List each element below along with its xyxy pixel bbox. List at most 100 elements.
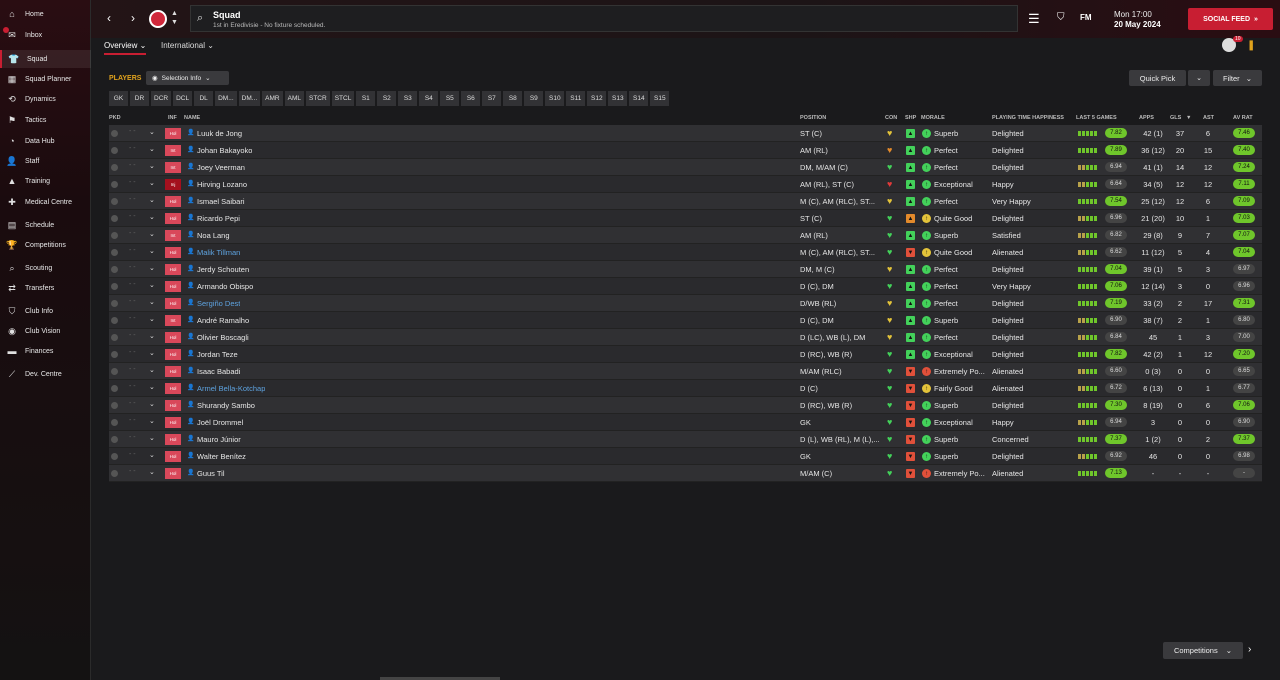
position-filter-button[interactable]: DCR xyxy=(151,91,172,106)
chevron-down-icon[interactable]: ⌄ xyxy=(149,417,155,425)
pick-status-icon[interactable] xyxy=(111,232,118,239)
player-name[interactable]: Guus Til xyxy=(197,469,225,478)
table-row[interactable]: - - ⌄ Hol 👤 Ricardo Pepi ST (C) ♥ ▲ ↑ Quite Good D… xyxy=(109,210,1262,227)
chevron-down-icon[interactable]: ⌄ xyxy=(149,281,155,289)
position-filter-button[interactable]: STCL xyxy=(331,91,355,106)
position-filter-button[interactable]: S8 xyxy=(503,91,523,106)
pick-status-icon[interactable] xyxy=(111,385,118,392)
sidebar-item-schedule[interactable]: ▤ Schedule xyxy=(0,216,91,234)
player-name[interactable]: Jordan Teze xyxy=(197,350,238,359)
pick-status-icon[interactable] xyxy=(111,453,118,460)
pick-status-icon[interactable] xyxy=(111,147,118,154)
selection-info-button[interactable]: ◉ Selection Info ⌄ xyxy=(146,71,229,85)
position-filter-button[interactable]: S4 xyxy=(419,91,439,106)
position-filter-button[interactable]: S7 xyxy=(482,91,502,106)
col-name[interactable]: NAME xyxy=(184,115,200,121)
sidebar-item-tactics[interactable]: ⚑ Tactics xyxy=(0,111,91,129)
search-bar[interactable]: ⌕ Squad 1st in Eredivisie - No fixture s… xyxy=(190,5,1018,32)
pick-status-icon[interactable] xyxy=(111,181,118,188)
player-name[interactable]: Isaac Babadi xyxy=(197,367,240,376)
sidebar-item-scouting[interactable]: ⌕ Scouting xyxy=(0,259,91,277)
pick-status-icon[interactable] xyxy=(111,164,118,171)
table-row[interactable]: - - ⌄ Hol 👤 Armel Bella-Kotchap D (C) ♥ ▼ ↑ Fairl… xyxy=(109,380,1262,397)
player-name[interactable]: Armel Bella-Kotchap xyxy=(197,384,265,393)
bookmark-icon[interactable]: ❚ xyxy=(1247,40,1255,51)
chevron-down-icon[interactable]: ⌄ xyxy=(149,298,155,306)
table-row[interactable]: - - ⌄ Hol 👤 Walter Benítez GK ♥ ▼ ↑ Superb Delight… xyxy=(109,448,1262,465)
position-filter-button[interactable]: DR xyxy=(130,91,149,106)
table-row[interactable]: - - ⌄ Int 👤 Joey Veerman DM, M/AM (C) ♥ ▲ ↑ Perfe… xyxy=(109,159,1262,176)
col-gls[interactable]: GLS xyxy=(1170,115,1181,121)
sidebar-item-competitions[interactable]: 🏆 Competitions xyxy=(0,236,91,254)
social-feed-button[interactable]: SOCIAL FEED » xyxy=(1188,8,1273,30)
col-con[interactable]: CON xyxy=(885,115,897,121)
club-switch-icon[interactable]: ▲ ▼ xyxy=(171,9,178,27)
position-filter-button[interactable]: S6 xyxy=(461,91,481,106)
table-row[interactable]: - - ⌄ Hol 👤 Sergiño Dest D/WB (RL) ♥ ▲ ↑ Perfect D… xyxy=(109,295,1262,312)
chevron-down-icon[interactable]: ⌄ xyxy=(149,349,155,357)
table-row[interactable]: - - ⌄ Hol 👤 Mauro Júnior D (L), WB (RL), M (L… xyxy=(109,431,1262,448)
col-last-5[interactable]: LAST 5 GAMES xyxy=(1076,115,1117,121)
player-name[interactable]: Sergiño Dest xyxy=(197,299,240,308)
chevron-down-icon[interactable]: ⌄ xyxy=(149,179,155,187)
sidebar-item-inbox[interactable]: ✉ Inbox xyxy=(0,26,91,44)
col-playing-time[interactable]: PLAYING TIME HAPPINESS xyxy=(992,115,1064,121)
sidebar-item-data-hub[interactable]: ◔ Data Hub xyxy=(0,132,91,150)
table-row[interactable]: - - ⌄ Hol 👤 Olivier Boscagli D (LC), WB (L), … xyxy=(109,329,1262,346)
pick-status-icon[interactable] xyxy=(111,334,118,341)
pick-status-icon[interactable] xyxy=(111,215,118,222)
col-inf[interactable]: INF xyxy=(168,115,177,121)
table-row[interactable]: - - ⌄ Hol 👤 Malik Tillman M (C), AM (RLC), ST… xyxy=(109,244,1262,261)
chevron-down-icon[interactable]: ⌄ xyxy=(149,162,155,170)
date-display[interactable]: Mon 17:00 20 May 2024 xyxy=(1114,10,1161,30)
player-name[interactable]: Olivier Boscagli xyxy=(197,333,249,342)
col-av-rat[interactable]: AV RAT xyxy=(1233,115,1253,121)
player-name[interactable]: André Ramalho xyxy=(197,316,249,325)
position-filter-button[interactable]: S9 xyxy=(524,91,544,106)
player-name[interactable]: Joël Drommel xyxy=(197,418,243,427)
chevron-down-icon[interactable]: ⌄ xyxy=(149,196,155,204)
pick-status-icon[interactable] xyxy=(111,470,118,477)
table-row[interactable]: - - ⌄ Hol 👤 Isaac Babadi M/AM (RLC) ♥ ▼ ↑ Extreme… xyxy=(109,363,1262,380)
pick-status-icon[interactable] xyxy=(111,368,118,375)
chevron-down-icon[interactable]: ⌄ xyxy=(149,332,155,340)
chevron-down-icon[interactable]: ⌄ xyxy=(149,468,155,476)
chevron-down-icon[interactable]: ⌄ xyxy=(149,264,155,272)
table-row[interactable]: - - ⌄ Hol 👤 Luuk de Jong ST (C) ♥ ▲ ↑ Superb Delig… xyxy=(109,125,1262,142)
table-row[interactable]: - - ⌄ Hol 👤 Armando Obispo D (C), DM ♥ ▲ ↑ Perfec… xyxy=(109,278,1262,295)
table-row[interactable]: - - ⌄ Hol 👤 Guus Til M/AM (C) ♥ ▼ ↑ Extremely Po.… xyxy=(109,465,1262,482)
position-filter-button[interactable]: DL xyxy=(194,91,214,106)
filter-button[interactable]: Filter ⌄ xyxy=(1213,70,1262,86)
table-row[interactable]: - - ⌄ Hol 👤 Jordan Teze D (RC), WB (R) ♥ ▲ ↑ Exce… xyxy=(109,346,1262,363)
chevron-down-icon[interactable]: ⌄ xyxy=(149,230,155,238)
pick-status-icon[interactable] xyxy=(111,351,118,358)
col-ast[interactable]: AST xyxy=(1203,115,1214,121)
sidebar-item-dynamics[interactable]: ⟲ Dynamics xyxy=(0,90,91,108)
sidebar-item-club-vision[interactable]: ◉ Club Vision xyxy=(0,322,91,340)
sidebar-item-medical-centre[interactable]: ✚ Medical Centre xyxy=(0,193,91,211)
player-name[interactable]: Jerdy Schouten xyxy=(197,265,249,274)
position-filter-button[interactable]: S2 xyxy=(377,91,397,106)
col-position[interactable]: POSITION xyxy=(800,115,826,121)
player-name[interactable]: Luuk de Jong xyxy=(197,129,242,138)
position-filter-button[interactable]: S10 xyxy=(545,91,565,106)
tab-overview[interactable]: Overview ⌄ xyxy=(104,41,147,55)
player-name[interactable]: Ricardo Pepi xyxy=(197,214,240,223)
manager-icon[interactable]: ⛉ xyxy=(1057,12,1065,23)
chevron-down-icon[interactable]: ⌄ xyxy=(149,213,155,221)
chevron-down-icon[interactable]: ⌄ xyxy=(149,247,155,255)
position-filter-button[interactable]: S15 xyxy=(650,91,670,106)
competitions-dropdown[interactable]: Competitions ⌄ xyxy=(1163,642,1243,659)
pick-status-icon[interactable] xyxy=(111,283,118,290)
position-filter-button[interactable]: S5 xyxy=(440,91,460,106)
table-row[interactable]: - - ⌄ Hol 👤 Ismael Saibari M (C), AM (RLC), S… xyxy=(109,193,1262,210)
col-morale[interactable]: MORALE xyxy=(921,115,945,121)
pick-status-icon[interactable] xyxy=(111,249,118,256)
position-filter-button[interactable]: DCL xyxy=(173,91,193,106)
sidebar-item-club-info[interactable]: ⛉ Club Info xyxy=(0,302,91,320)
position-filter-button[interactable]: S13 xyxy=(608,91,628,106)
chevron-down-icon[interactable]: ⌄ xyxy=(149,315,155,323)
col-shp[interactable]: SHP xyxy=(905,115,916,121)
player-name[interactable]: Johan Bakayoko xyxy=(197,146,252,155)
player-name[interactable]: Joey Veerman xyxy=(197,163,245,172)
